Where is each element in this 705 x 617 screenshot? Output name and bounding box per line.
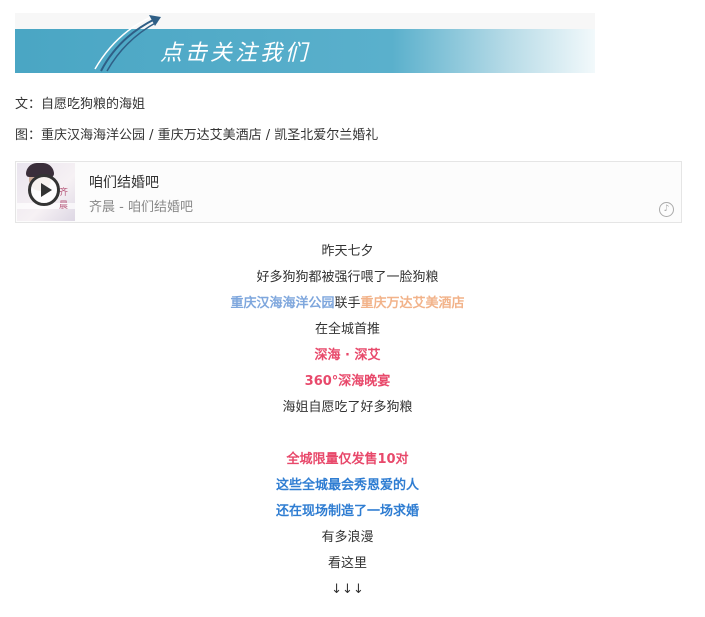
partner-ocean-park: 重庆汉海海洋公园 xyxy=(230,296,335,311)
highlight-line: 深海 · 深艾 xyxy=(314,348,381,363)
highlight-line: 全城限量仅发售10对 xyxy=(286,452,409,467)
song-title: 咱们结婚吧 xyxy=(89,175,159,191)
follow-us-banner[interactable]: 点击关注我们 xyxy=(15,13,595,73)
partner-join-word: 联手 xyxy=(334,296,361,311)
partner-hotel: 重庆万达艾美酒店 xyxy=(360,296,465,311)
photo-credit: 图：重庆汉海海洋公园 / 重庆万达艾美酒店 / 凯圣北爱尔兰婚礼 xyxy=(15,128,379,143)
author-credit: 文：自愿吃狗粮的海姐 xyxy=(15,97,146,112)
banner-text: 点击关注我们 xyxy=(160,41,311,66)
article-body: 昨天七夕 好多狗狗都被强行喂了一脸狗粮 重庆汉海海洋公园联手重庆万达艾美酒店 在… xyxy=(15,242,680,606)
article-line: 有多浪漫 xyxy=(321,530,374,545)
highlight-line: 360°深海晚宴 xyxy=(304,374,391,389)
music-logo-icon: ♪ xyxy=(659,202,674,217)
highlight-line: 还在现场制造了一场求婚 xyxy=(275,504,419,519)
music-player[interactable]: 齐晨 咱们结婚吧 齐晨 - 咱们结婚吧 ♪ xyxy=(15,161,682,223)
play-icon[interactable] xyxy=(28,174,60,206)
article-line: 海姐自愿吃了好多狗粮 xyxy=(282,400,413,415)
article-line: 好多狗狗都被强行喂了一脸狗粮 xyxy=(256,270,439,285)
article-line: 看这里 xyxy=(327,556,367,571)
down-arrows: ↓↓↓ xyxy=(331,582,364,597)
highlight-line: 这些全城最会秀恩爱的人 xyxy=(275,478,419,493)
cover-text: 齐晨 xyxy=(59,188,69,211)
article-line: 在全城首推 xyxy=(314,322,380,337)
article-line: 昨天七夕 xyxy=(321,244,374,259)
song-artist: 齐晨 - 咱们结婚吧 xyxy=(89,200,193,215)
album-cover: 齐晨 xyxy=(17,163,75,221)
article-line-partners: 重庆汉海海洋公园联手重庆万达艾美酒店 xyxy=(15,294,680,320)
